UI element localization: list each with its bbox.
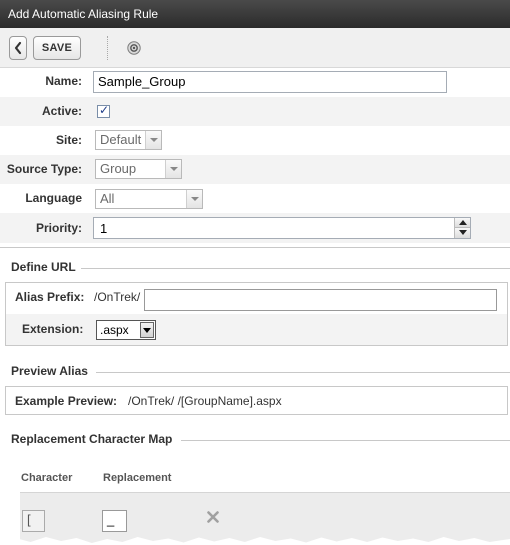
replacement-input[interactable]: _ <box>102 510 127 532</box>
preview-alias-header: Preview Alias <box>0 362 510 382</box>
alias-prefix-base: /OnTrek/ <box>94 290 141 304</box>
site-select[interactable]: Default <box>95 130 162 150</box>
site-label: Site: <box>55 133 82 147</box>
section-divider <box>96 372 510 373</box>
chevron-left-icon <box>14 41 22 55</box>
preview-alias-title: Preview Alias <box>11 364 88 378</box>
spin-up-icon[interactable] <box>454 218 470 228</box>
save-button[interactable]: SAVE <box>33 36 81 60</box>
section-divider <box>181 440 510 441</box>
priority-value: 1 <box>100 221 108 236</box>
source-type-select[interactable]: Group <box>95 159 182 179</box>
extension-row: Extension: .aspx <box>6 314 507 345</box>
source-type-row: Source Type: Group <box>0 155 510 184</box>
rule-form: Name: Sample_Group Active: Site: Default… <box>0 68 510 248</box>
alias-prefix-row: Alias Prefix: /OnTrek/ <box>6 283 507 314</box>
help-icon[interactable] <box>127 41 141 55</box>
column-header-replacement: Replacement <box>103 472 172 484</box>
name-row: Name: Sample_Group <box>0 68 510 97</box>
active-checkbox[interactable] <box>97 103 110 118</box>
define-url-panel: Alias Prefix: /OnTrek/ Extension: .aspx <box>5 282 508 346</box>
active-row: Active: <box>0 97 510 126</box>
name-input[interactable]: Sample_Group <box>93 71 447 93</box>
source-type-label: Source Type: <box>6 162 82 176</box>
name-label: Name: <box>45 74 82 88</box>
site-value: Default <box>100 132 142 147</box>
language-value: All <box>100 191 115 206</box>
language-label: Language <box>25 191 82 205</box>
alias-prefix-input[interactable] <box>144 289 497 311</box>
dialog-title: Add Automatic Aliasing Rule <box>0 0 510 28</box>
extension-select[interactable]: .aspx <box>96 320 156 340</box>
chevron-down-icon <box>186 190 202 208</box>
chevron-down-icon <box>140 322 154 338</box>
char-map-title: Replacement Character Map <box>11 432 173 446</box>
priority-spinner[interactable]: 1 <box>93 217 471 239</box>
extension-label: Extension: <box>22 322 84 336</box>
section-divider <box>81 268 510 269</box>
priority-label: Priority: <box>35 221 82 235</box>
preview-alias-panel: Example Preview: /OnTrek/ /[GroupName].a… <box>5 386 508 415</box>
alias-prefix-label: Alias Prefix: <box>15 290 85 304</box>
define-url-header: Define URL <box>0 258 510 278</box>
table-row: [ _ <box>20 492 510 545</box>
source-type-value: Group <box>100 161 137 176</box>
define-url-title: Define URL <box>11 260 76 274</box>
site-row: Site: Default <box>0 126 510 155</box>
example-preview-value: /OnTrek/ /[GroupName].aspx <box>128 394 282 408</box>
extension-value: .aspx <box>100 323 129 337</box>
character-input[interactable]: [ <box>22 510 45 532</box>
language-select[interactable]: All <box>95 189 203 209</box>
language-row: Language All <box>0 184 510 213</box>
column-header-character: Character <box>21 472 73 484</box>
char-map-header: Replacement Character Map <box>0 430 510 450</box>
chevron-down-icon <box>145 131 161 149</box>
chevron-down-icon <box>165 160 181 178</box>
delete-icon[interactable] <box>207 511 219 523</box>
priority-row: Priority: 1 <box>0 213 510 243</box>
active-label: Active: <box>41 104 82 118</box>
toolbar: SAVE <box>0 28 510 68</box>
example-preview-label: Example Preview: <box>15 394 118 408</box>
char-map-table-header: Character Replacement <box>0 458 510 492</box>
spin-down-icon[interactable] <box>454 228 470 238</box>
back-button[interactable] <box>9 36 27 60</box>
toolbar-divider <box>107 36 108 60</box>
